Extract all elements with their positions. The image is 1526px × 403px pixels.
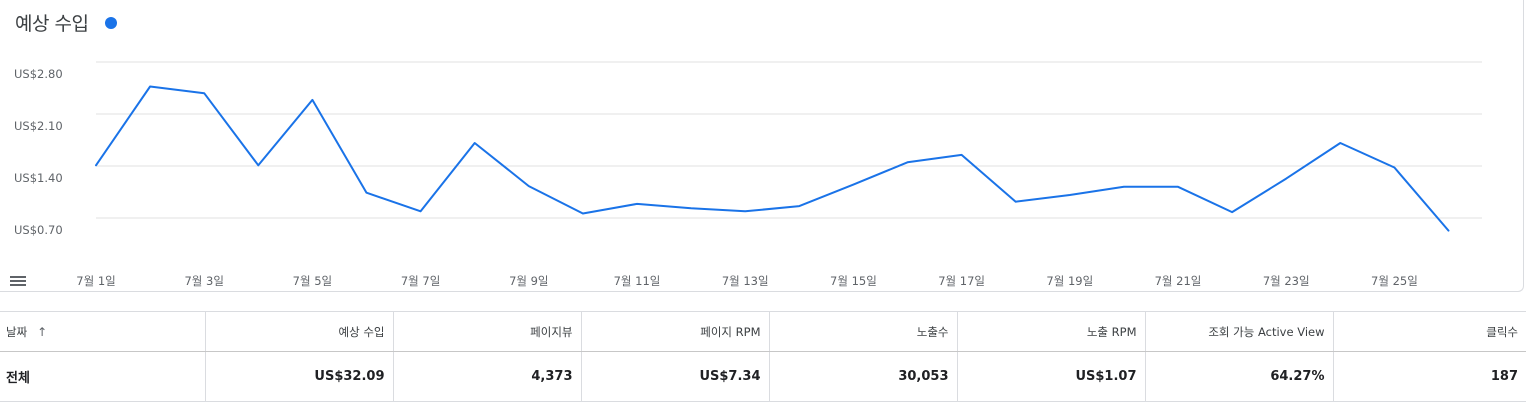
data-point[interactable] [850, 182, 856, 188]
y-tick-label: US$1.40 [14, 171, 63, 185]
data-point[interactable] [418, 208, 424, 214]
x-tick-label: 7월 11일 [614, 274, 661, 288]
data-point[interactable] [472, 140, 478, 146]
data-point[interactable] [147, 84, 153, 90]
col-header-date[interactable]: 날짜 ↑ [0, 311, 205, 352]
total-active-view-viewable: 64.27% [1144, 351, 1333, 402]
x-tick-label: 7월 3일 [184, 274, 223, 288]
y-tick-label: US$2.10 [14, 119, 63, 133]
col-header-impression-rpm[interactable]: 노출 RPM [956, 311, 1145, 352]
data-point[interactable] [742, 208, 748, 214]
x-tick-label: 7월 13일 [722, 274, 769, 288]
total-impression-rpm: US$1.07 [956, 351, 1145, 402]
col-header-page-views[interactable]: 페이지뷰 [392, 311, 581, 352]
data-point[interactable] [1337, 140, 1343, 146]
menu-icon[interactable] [10, 276, 26, 288]
data-point[interactable] [796, 203, 802, 209]
data-point[interactable] [688, 205, 694, 211]
data-point[interactable] [201, 90, 207, 96]
series-line[interactable] [95, 85, 1450, 232]
total-impressions: 30,053 [768, 351, 957, 402]
x-tick-label: 7월 19일 [1046, 274, 1093, 288]
x-tick-label: 7월 21일 [1155, 274, 1202, 288]
total-page-rpm: US$7.34 [580, 351, 769, 402]
total-estimated-earnings: US$32.09 [204, 351, 393, 402]
arrow-up-icon[interactable]: ↑ [37, 325, 47, 339]
data-point[interactable] [959, 152, 965, 158]
data-point[interactable] [1175, 184, 1181, 190]
data-point[interactable] [255, 162, 261, 168]
data-point[interactable] [93, 162, 99, 168]
data-point[interactable] [634, 201, 640, 207]
total-clicks: 187 [1332, 351, 1526, 402]
col-header-clicks[interactable]: 클릭수 [1332, 311, 1526, 352]
report-table: 날짜 ↑ 예상 수입 페이지뷰 페이지 RPM 노출수 노출 RPM 조회 가능 … [0, 311, 1526, 402]
x-tick-label: 7월 9일 [509, 274, 548, 288]
table-header-row: 날짜 ↑ 예상 수입 페이지뷰 페이지 RPM 노출수 노출 RPM 조회 가능 … [0, 311, 1526, 352]
x-tick-label: 7월 5일 [293, 274, 332, 288]
x-tick-label: 7월 1일 [76, 274, 115, 288]
col-header-impressions[interactable]: 노출수 [768, 311, 957, 352]
data-point[interactable] [1067, 192, 1073, 198]
col-header-active-view-viewable[interactable]: 조회 가능 Active View [1144, 311, 1333, 352]
data-point[interactable] [1121, 184, 1127, 190]
y-tick-label: US$0.70 [14, 223, 63, 237]
col-header-estimated-earnings[interactable]: 예상 수입 [204, 311, 393, 352]
data-point[interactable] [1013, 199, 1019, 205]
col-header-page-rpm[interactable]: 페이지 RPM [580, 311, 769, 352]
data-point[interactable] [1229, 209, 1235, 215]
x-tick-label: 7월 17일 [938, 274, 985, 288]
data-point[interactable] [364, 190, 370, 196]
data-point[interactable] [526, 183, 532, 189]
y-tick-label: US$2.80 [14, 67, 63, 81]
x-tick-label: 7월 23일 [1263, 274, 1310, 288]
total-label: 전체 [0, 351, 205, 402]
x-tick-label: 7월 25일 [1371, 274, 1418, 288]
data-point[interactable] [1283, 176, 1289, 182]
data-point[interactable] [1446, 228, 1452, 234]
report-root: 예상 수입 US$2.80 US$2.10 US$1.40 US$0.70 7월 1일 7… [0, 0, 1526, 403]
chart-panel: 예상 수입 US$2.80 US$2.10 US$1.40 US$0.70 7월 1일 7… [0, 0, 1524, 292]
data-point[interactable] [309, 97, 315, 103]
table-total-row: 전체 US$32.09 4,373 US$7.34 30,053 US$1.07… [0, 351, 1526, 402]
data-point[interactable] [1391, 164, 1397, 170]
line-chart: US$2.80 US$2.10 US$1.40 US$0.70 7월 1일 7월 3일 7월… [14, 61, 1482, 288]
x-tick-label: 7월 7일 [401, 274, 440, 288]
x-tick-label: 7월 15일 [830, 274, 877, 288]
total-page-views: 4,373 [392, 351, 581, 402]
data-point[interactable] [580, 211, 586, 217]
data-point[interactable] [905, 159, 911, 165]
